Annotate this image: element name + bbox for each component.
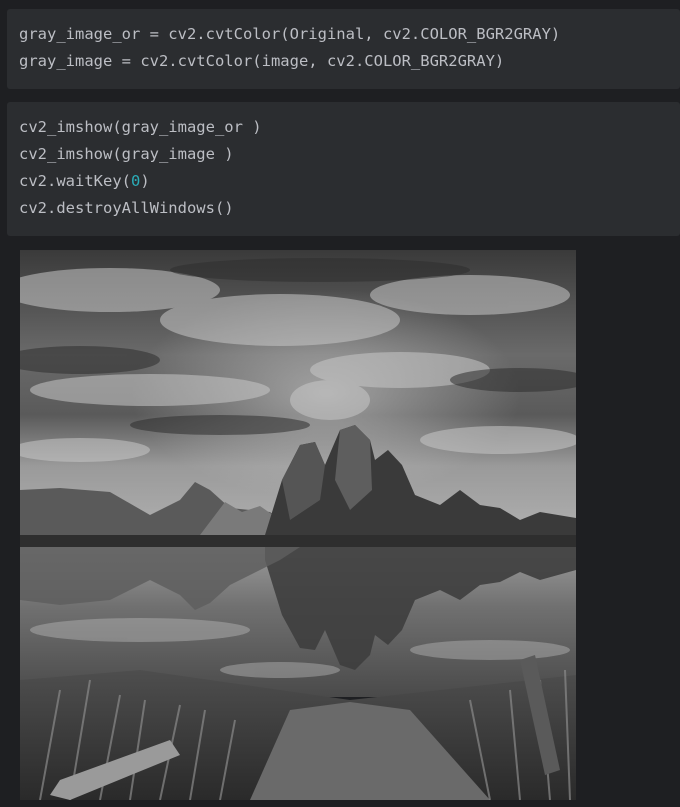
grayscale-landscape-image [20, 250, 576, 800]
code-cell-convert-gray[interactable]: gray_image_or = cv2.cvtColor(Original, c… [7, 9, 680, 89]
output-image [20, 250, 576, 800]
notebook: gray_image_or = cv2.cvtColor(Original, c… [0, 0, 680, 807]
code-line-waitkey: cv2.waitKey(0) [19, 168, 668, 195]
code-cell-imshow[interactable]: cv2_imshow(gray_image_or ) cv2_imshow(gr… [7, 102, 680, 236]
code-line: cv2_imshow(gray_image ) [19, 145, 234, 163]
code-line: cv2_imshow(gray_image_or ) [19, 118, 262, 136]
code-text: ) [140, 172, 150, 190]
code-line: gray_image_or = cv2.cvtColor(Original, c… [19, 25, 561, 43]
number-literal: 0 [130, 172, 141, 190]
code-line: gray_image = cv2.cvtColor(image, cv2.COL… [19, 52, 505, 70]
code-line: cv2.destroyAllWindows() [19, 199, 234, 217]
code-text: cv2.waitKey( [19, 172, 131, 190]
